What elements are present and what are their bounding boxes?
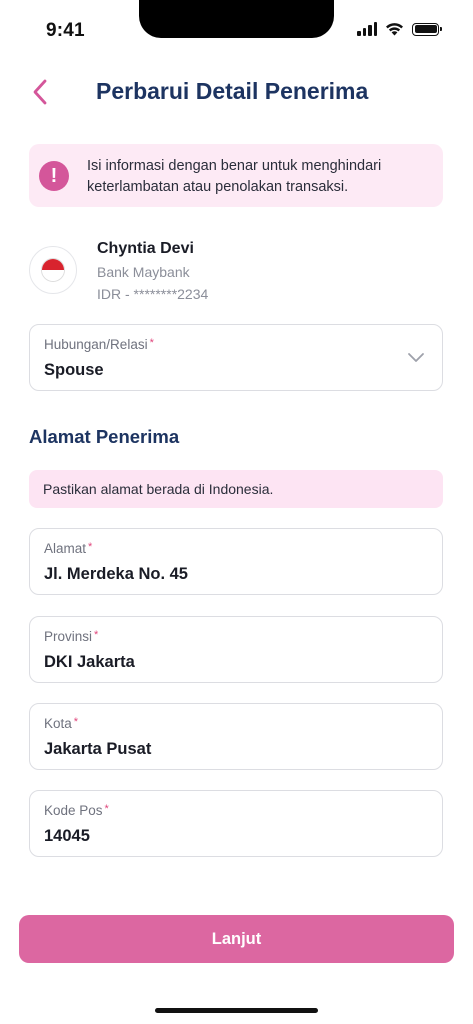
required-marker: * (94, 629, 99, 641)
relation-dropdown[interactable]: Hubungan/Relasi * Spouse (29, 324, 443, 391)
wifi-icon (386, 23, 403, 36)
header: Perbarui Detail Penerima (0, 70, 473, 116)
postal-code-value: 14045 (44, 827, 90, 845)
page-title: Perbarui Detail Penerima (96, 78, 369, 104)
address-field[interactable]: Alamat * Jl. Merdeka No. 45 (29, 528, 443, 595)
city-label: Kota * (44, 716, 79, 731)
warning-banner: ! Isi informasi dengan benar untuk mengh… (29, 144, 443, 207)
required-marker: * (149, 337, 154, 349)
city-field[interactable]: Kota * Jakarta Pusat (29, 703, 443, 770)
postal-code-field[interactable]: Kode Pos * 14045 (29, 790, 443, 857)
battery-icon (412, 22, 442, 36)
chevron-down-icon (408, 353, 424, 362)
required-marker: * (73, 716, 79, 728)
address-value: Jl. Merdeka No. 45 (44, 565, 188, 583)
flag-avatar (29, 246, 77, 294)
recipient-name: Chyntia Devi (97, 240, 194, 257)
chevron-left-icon (33, 79, 47, 105)
address-section-title: Alamat Penerima (29, 426, 180, 447)
device-notch (139, 0, 334, 38)
city-value: Jakarta Pusat (44, 740, 152, 758)
home-indicator (155, 1008, 318, 1013)
address-info-text: Pastikan alamat berada di Indonesia. (43, 481, 274, 497)
indonesia-flag-icon (41, 258, 65, 282)
continue-button[interactable]: Lanjut (19, 915, 454, 963)
warning-text: Isi informasi dengan benar untuk menghin… (87, 158, 382, 195)
cellular-signal-icon (357, 22, 377, 36)
status-icons (357, 22, 442, 36)
province-value: DKI Jakarta (44, 653, 135, 671)
recipient-card: Chyntia Devi Bank Maybank IDR - ********… (29, 238, 443, 306)
recipient-account: IDR - ********2234 (97, 286, 209, 302)
relation-label: Hubungan/Relasi * (44, 337, 154, 352)
required-marker: * (104, 803, 109, 815)
postal-code-label: Kode Pos * (44, 803, 109, 818)
address-label: Alamat * (44, 541, 93, 556)
exclamation-icon: ! (39, 161, 69, 191)
status-bar: 9:41 (0, 0, 473, 56)
back-button[interactable] (26, 76, 54, 108)
required-marker: * (88, 541, 93, 553)
recipient-bank: Bank Maybank (97, 264, 190, 280)
address-info-banner: Pastikan alamat berada di Indonesia. (29, 470, 443, 508)
relation-value: Spouse (44, 361, 104, 379)
province-field[interactable]: Provinsi * DKI Jakarta (29, 616, 443, 683)
province-label: Provinsi * (44, 629, 99, 644)
status-time: 9:41 (46, 20, 85, 41)
